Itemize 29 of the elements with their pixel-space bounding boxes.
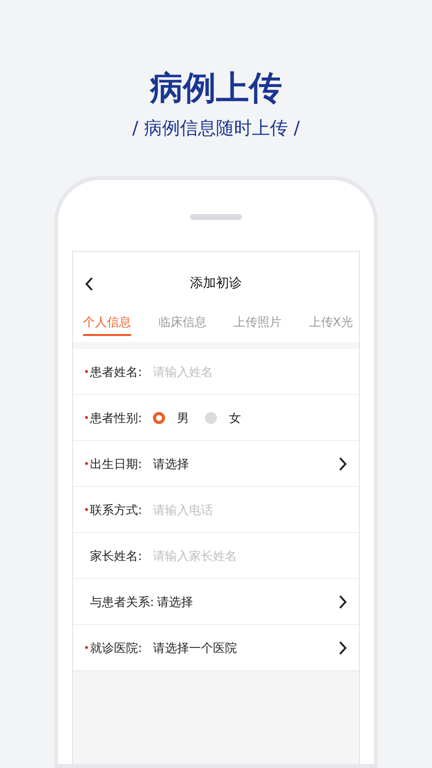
select-value[interactable]: 请选择 bbox=[157, 592, 194, 610]
tab[interactable]: 临床信息 bbox=[158, 308, 206, 336]
tab[interactable]: 个人信息 bbox=[83, 308, 131, 336]
select-value[interactable]: 请选择一个医院 bbox=[153, 638, 237, 656]
radio-label: 女 bbox=[229, 410, 241, 426]
field-label: 联系方式: bbox=[90, 502, 142, 518]
radio-label: 男 bbox=[177, 410, 189, 426]
select-value[interactable]: 请选择 bbox=[153, 454, 189, 472]
tagline: / 病例信息随时上传 / bbox=[132, 117, 300, 141]
field-label: 与患者关系: bbox=[90, 594, 154, 610]
input-field[interactable]: 请输入姓名 bbox=[153, 362, 347, 380]
field-label: 就诊医院: bbox=[90, 640, 142, 656]
tab[interactable]: 上传照片 bbox=[234, 308, 282, 336]
chevron-right-icon bbox=[338, 640, 347, 654]
chevron-right-icon bbox=[338, 456, 347, 470]
phone-speaker bbox=[190, 214, 242, 220]
radio-button[interactable] bbox=[205, 412, 217, 424]
input-field[interactable]: 请输入家长姓名 bbox=[153, 546, 347, 564]
back-icon[interactable] bbox=[85, 277, 94, 291]
field-label: 患者性别: bbox=[90, 410, 142, 426]
input-field[interactable]: 请输入电话 bbox=[153, 500, 347, 518]
radio-button[interactable] bbox=[153, 412, 165, 424]
field-label: 家长姓名: bbox=[90, 548, 142, 564]
field-label: 出生日期: bbox=[90, 456, 142, 472]
field-label: 患者姓名: bbox=[90, 364, 142, 380]
screen-title: 添加初诊 bbox=[189, 275, 243, 294]
tab[interactable]: 上传X光 bbox=[308, 308, 353, 336]
headline: 病例上传 bbox=[150, 67, 282, 109]
chevron-right-icon bbox=[338, 594, 347, 608]
